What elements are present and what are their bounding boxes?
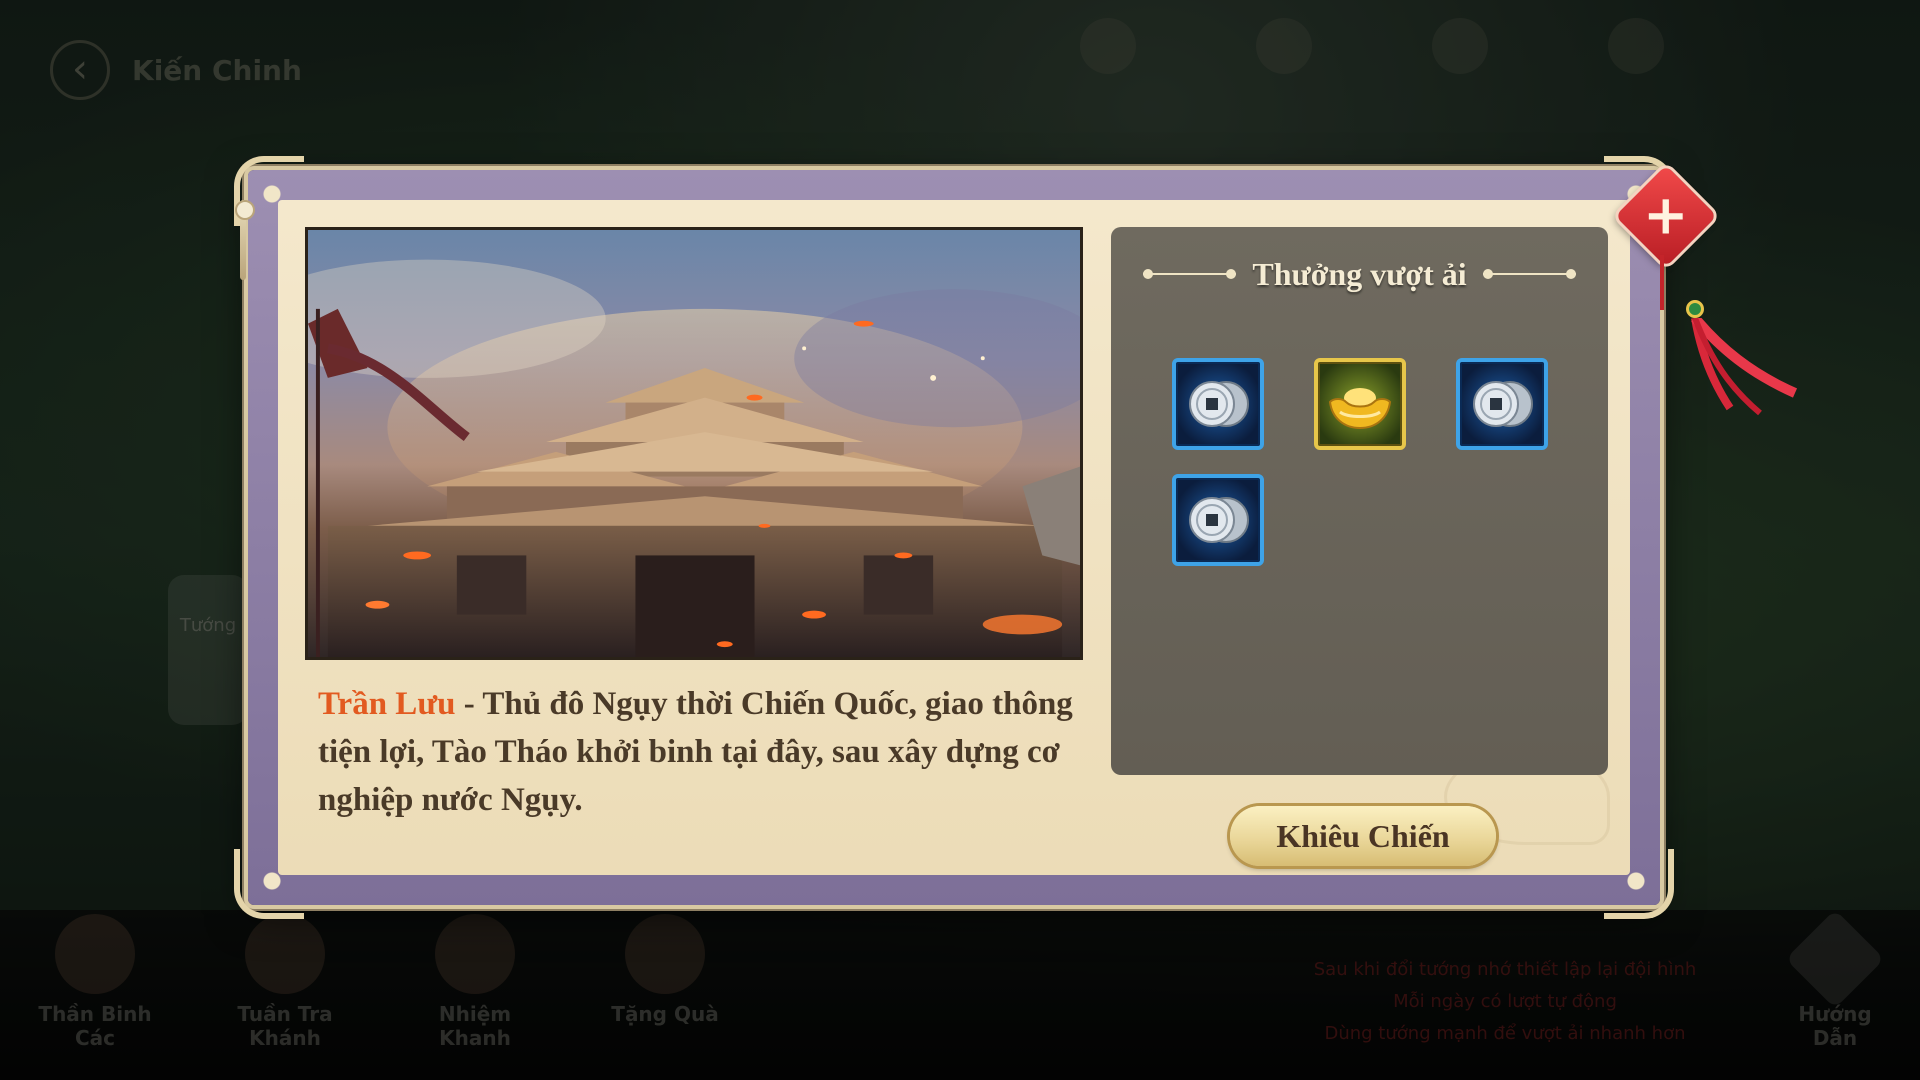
silver-coin-icon <box>1189 381 1249 427</box>
tassel-icon <box>1691 318 1798 416</box>
silver-coin-icon <box>1473 381 1533 427</box>
close-tassel-string <box>1660 255 1664 310</box>
palace-illustration <box>308 259 1080 657</box>
stage-name: Trần Lưu <box>318 686 456 722</box>
stage-image <box>305 227 1083 660</box>
reward-item-silver[interactable] <box>1172 474 1264 566</box>
tassel-ornament <box>235 200 255 280</box>
rewards-title: Thưởng vượt ải <box>1252 255 1467 292</box>
silver-coin-icon <box>1189 497 1249 543</box>
challenge-button[interactable]: Khiêu Chiến <box>1230 806 1496 866</box>
reward-item-silver[interactable] <box>1456 358 1548 450</box>
stage-description: Trần Lưu - Thủ đô Ngụy thời Chiến Quốc, … <box>318 680 1098 824</box>
close-tassel-bead <box>1686 300 1704 318</box>
title-ornament <box>1143 269 1237 279</box>
reward-item-silver[interactable] <box>1172 358 1264 450</box>
rewards-header: Thưởng vượt ải <box>1143 249 1577 299</box>
rewards-panel: Thưởng vượt ải <box>1111 227 1608 775</box>
reward-item-gold[interactable] <box>1314 358 1406 450</box>
title-ornament <box>1482 269 1577 279</box>
gold-ingot-icon <box>1328 388 1392 430</box>
rewards-grid <box>1172 358 1552 566</box>
close-icon: + <box>1643 184 1689 247</box>
